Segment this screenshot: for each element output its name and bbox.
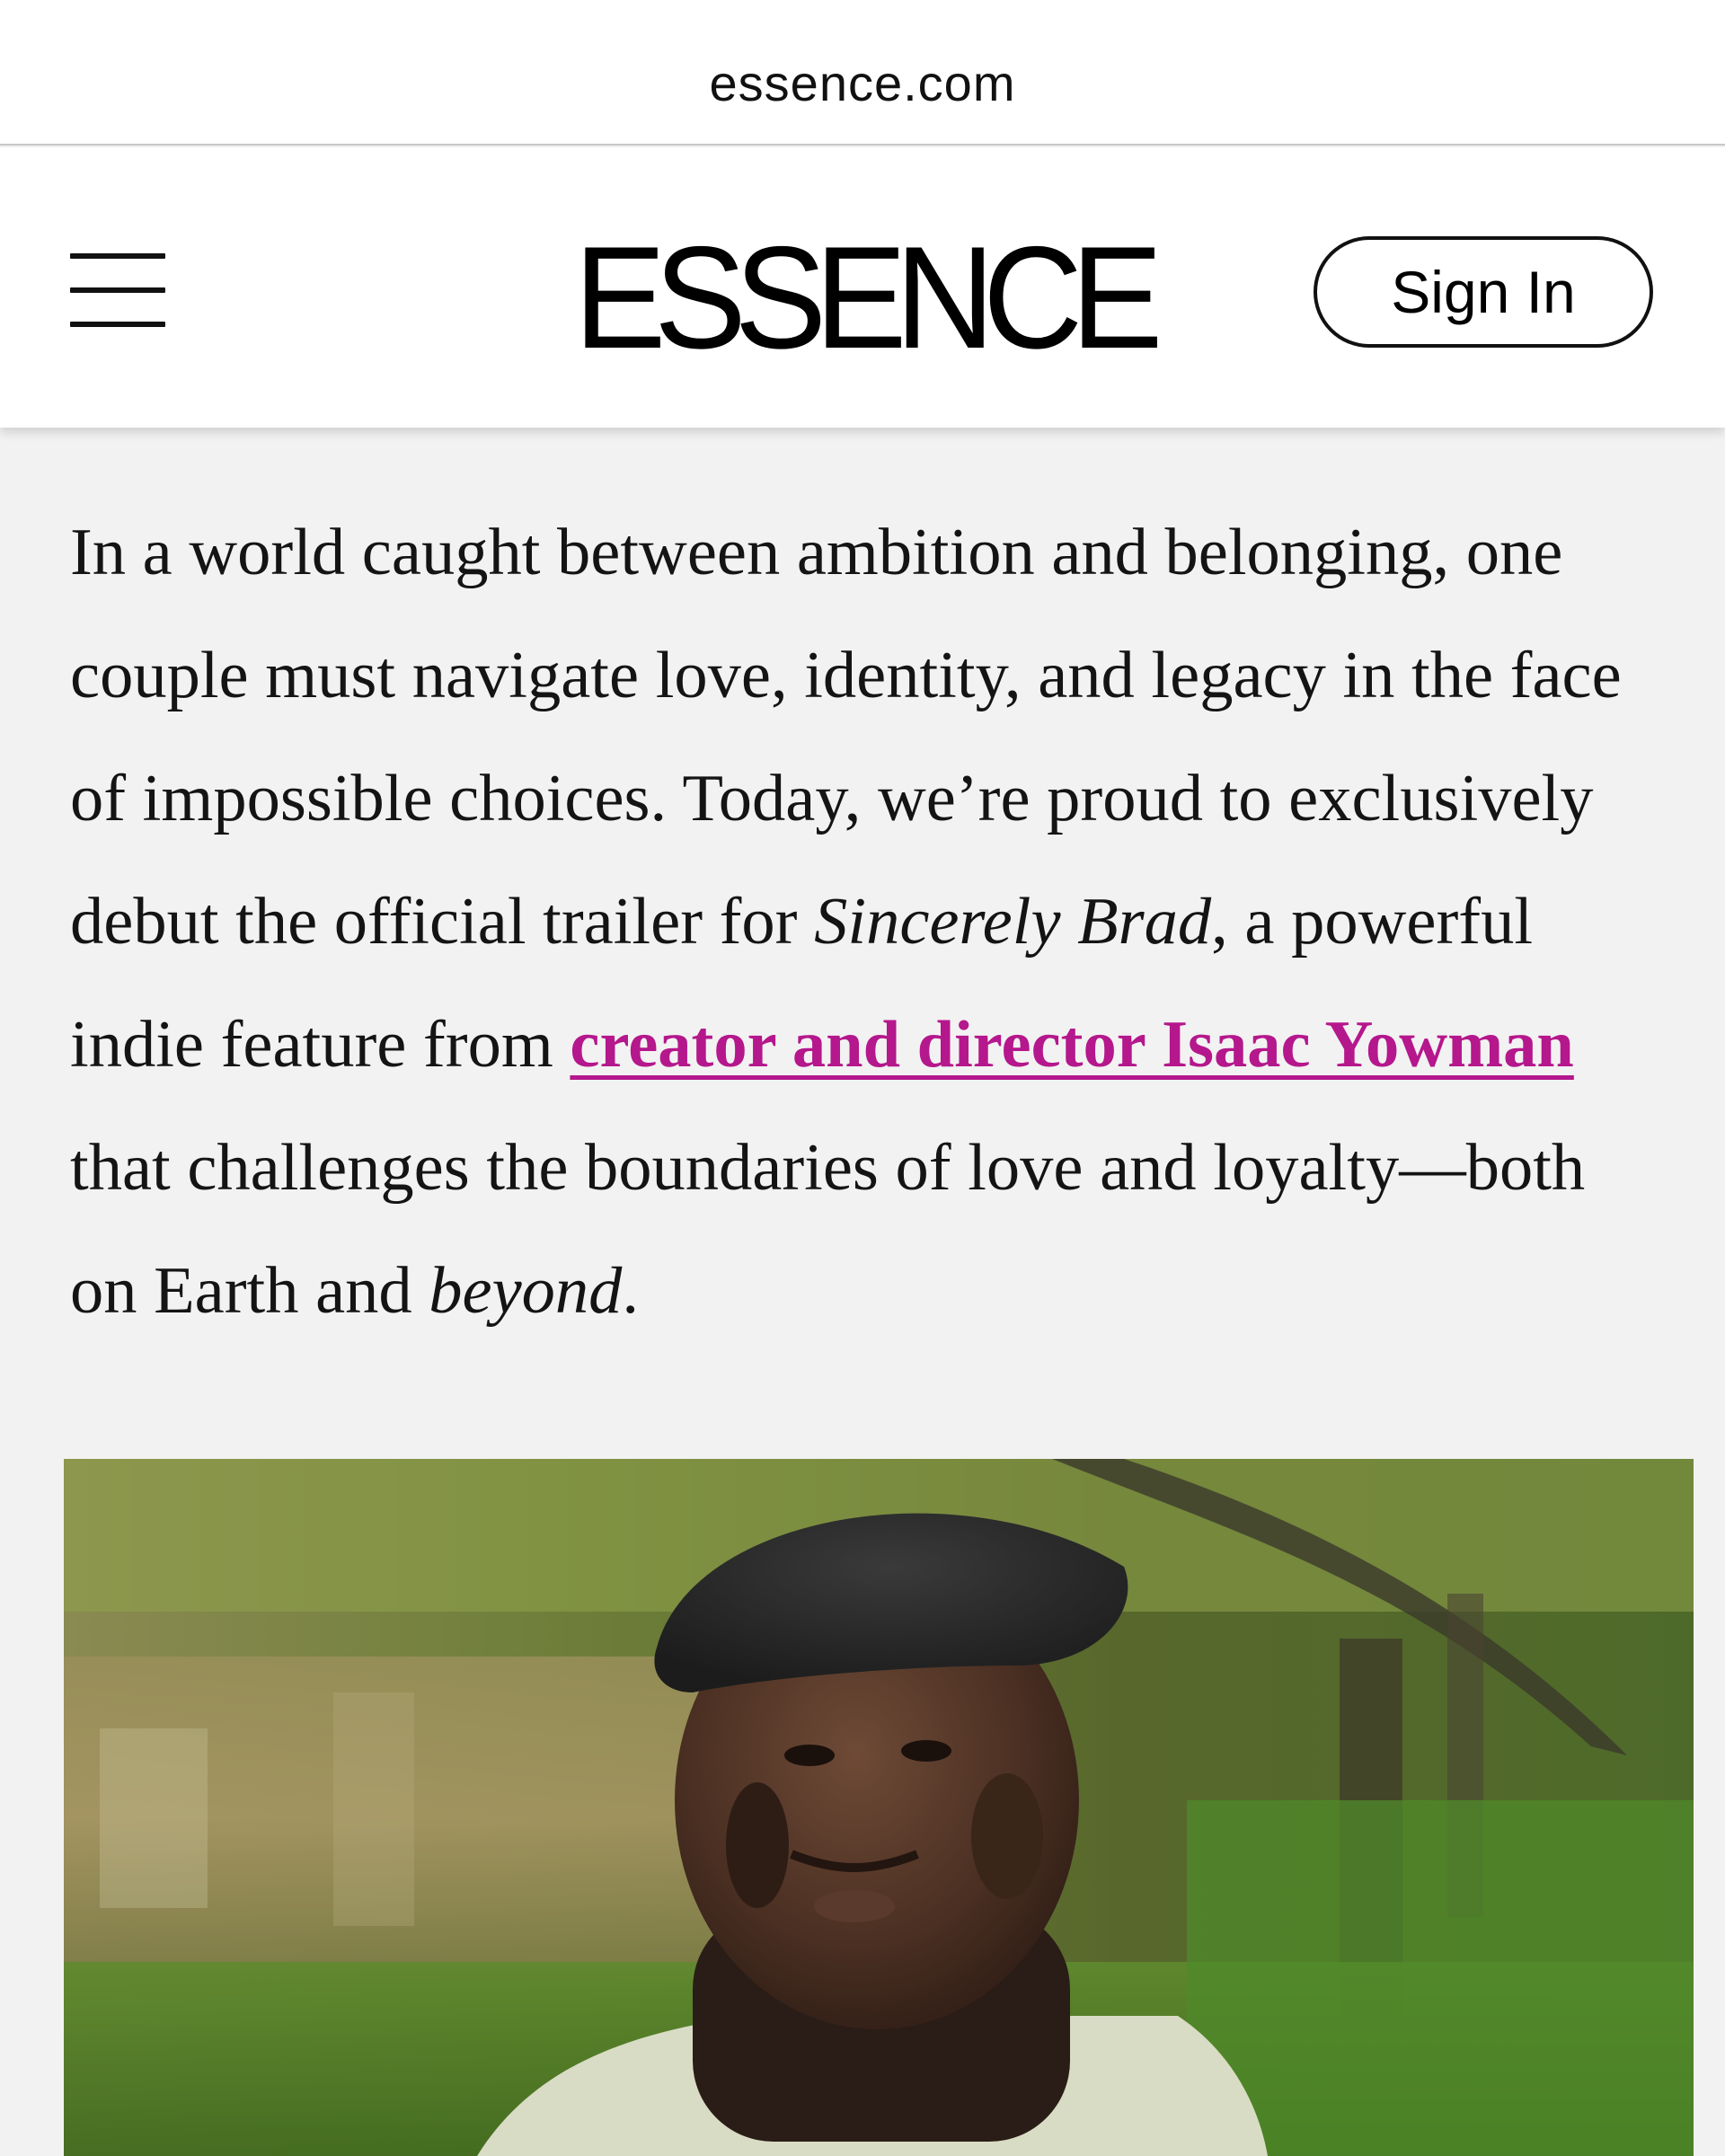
- hero-image[interactable]: [64, 1459, 1694, 2156]
- sign-in-button[interactable]: Sign In: [1314, 236, 1653, 348]
- article-body: In a world caught between ambition and b…: [70, 491, 1660, 1353]
- site-header: ESSENCE Sign In: [0, 147, 1725, 428]
- film-title: Sincerely Brad: [814, 885, 1212, 959]
- paragraph-text: .: [622, 1254, 640, 1328]
- browser-url-bar[interactable]: essence.com: [0, 0, 1725, 146]
- emphasis-text: beyond: [429, 1254, 623, 1328]
- url-text[interactable]: essence.com: [0, 52, 1725, 115]
- director-link[interactable]: creator and director Isaac Yowman: [570, 1008, 1573, 1082]
- paragraph-text: that challenges the boundaries of love a…: [70, 1131, 1586, 1328]
- article-paragraph: In a world caught between ambition and b…: [70, 491, 1660, 1353]
